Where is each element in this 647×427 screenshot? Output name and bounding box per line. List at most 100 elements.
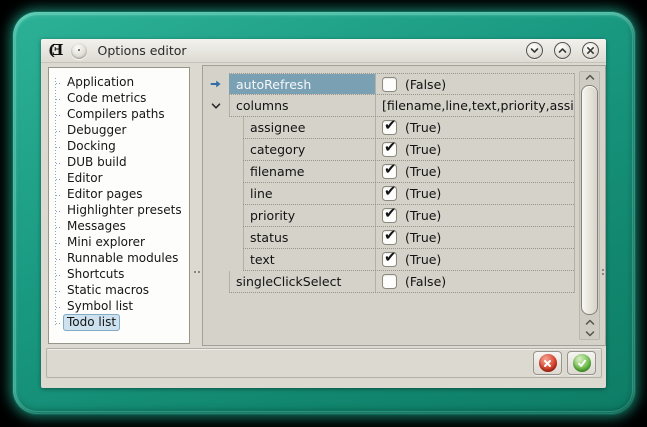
property-row-columns[interactable]: columns [filename,line,text,priority,ass… [203, 95, 574, 117]
property-name[interactable]: columns [229, 95, 375, 116]
property-value[interactable]: ✔ (True) [375, 117, 574, 138]
property-row-filename[interactable]: filename ✔ (True) [203, 161, 574, 183]
options-editor-window: (Ǝ Options editor Application Code metri… [41, 39, 606, 388]
sidebar-item-messages[interactable]: Messages [49, 219, 189, 235]
value-label: (False) [405, 77, 446, 92]
collapse-chevron-icon[interactable] [211, 102, 221, 110]
window-menu-button[interactable] [71, 43, 87, 59]
sidebar-item-todo-list[interactable]: Todo list [49, 315, 189, 331]
property-value[interactable]: ✔ (True) [375, 227, 574, 248]
scroll-up-button[interactable] [580, 72, 599, 83]
property-row-line[interactable]: line ✔ (True) [203, 183, 574, 205]
property-value[interactable]: ✔ (True) [375, 183, 574, 204]
property-row-singleClickSelect[interactable]: singleClickSelect (False) [203, 271, 574, 293]
value-label: (True) [405, 142, 441, 157]
property-name[interactable]: filename [243, 161, 375, 182]
vertical-scrollbar[interactable] [579, 71, 600, 340]
property-value[interactable]: [filename,line,text,priority,assigne [375, 95, 574, 116]
property-name[interactable]: line [243, 183, 375, 204]
value-label: (True) [405, 208, 441, 223]
sidebar-item-compilers-paths[interactable]: Compilers paths [49, 107, 189, 123]
property-name[interactable]: autoRefresh [229, 74, 375, 94]
footer-bar [46, 348, 602, 378]
chevron-up-icon [558, 46, 567, 55]
sidebar-item-label: Messages [63, 218, 130, 235]
titlebar[interactable]: (Ǝ Options editor [41, 39, 606, 63]
shade-button[interactable] [526, 42, 543, 59]
property-row-category[interactable]: category ✔ (True) [203, 139, 574, 161]
sidebar-splitter[interactable] [191, 67, 202, 344]
property-value[interactable]: ✔ (True) [375, 161, 574, 182]
sidebar-item-shortcuts[interactable]: Shortcuts [49, 267, 189, 283]
property-value[interactable]: (False) [375, 74, 574, 94]
property-value[interactable]: ✔ (True) [375, 249, 574, 270]
row-gutter [203, 205, 229, 227]
scrollbar-thumb[interactable] [581, 85, 598, 315]
value-checkbox[interactable] [382, 77, 397, 92]
property-name[interactable]: assignee [243, 117, 375, 138]
property-row-text[interactable]: text ✔ (True) [203, 249, 574, 271]
sidebar-item-code-metrics[interactable]: Code metrics [49, 91, 189, 107]
checkmark-icon: ✔ [384, 205, 397, 222]
property-row-assignee[interactable]: assignee ✔ (True) [203, 117, 574, 139]
property-name[interactable]: text [243, 249, 375, 270]
value-checkbox[interactable]: ✔ [382, 120, 397, 135]
property-name[interactable]: category [243, 139, 375, 160]
sidebar-item-static-macros[interactable]: Static macros [49, 283, 189, 299]
sidebar-item-label: Code metrics [63, 90, 150, 107]
row-gutter [203, 161, 229, 183]
sidebar-item-editor[interactable]: Editor [49, 171, 189, 187]
row-gutter [203, 183, 229, 205]
sidebar-item-label: Symbol list [63, 298, 137, 315]
value-checkbox[interactable] [382, 274, 397, 289]
value-checkbox[interactable]: ✔ [382, 252, 397, 267]
property-value[interactable]: ✔ (True) [375, 205, 574, 226]
maximize-button[interactable] [554, 42, 571, 59]
category-tree[interactable]: Application Code metrics Compilers paths… [48, 67, 190, 344]
property-name[interactable]: priority [243, 205, 375, 226]
value-checkbox[interactable]: ✔ [382, 208, 397, 223]
cancel-button[interactable] [533, 351, 562, 375]
property-row-status[interactable]: status ✔ (True) [203, 227, 574, 249]
sidebar-item-label: Static macros [63, 282, 153, 299]
close-button[interactable] [582, 42, 599, 59]
sidebar-item-editor-pages[interactable]: Editor pages [49, 187, 189, 203]
property-name[interactable]: singleClickSelect [229, 271, 375, 292]
value-checkbox[interactable]: ✔ [382, 164, 397, 179]
sidebar-item-label: Editor pages [63, 186, 147, 203]
value-label: (True) [405, 120, 441, 135]
property-grid[interactable]: autoRefresh (False) columns [filename,li… [202, 65, 606, 346]
property-name[interactable]: status [243, 227, 375, 248]
row-cells: text ✔ (True) [243, 249, 574, 271]
sidebar-item-label: Highlighter presets [63, 202, 186, 219]
sidebar-item-label: Todo list [63, 314, 120, 331]
value-checkbox[interactable]: ✔ [382, 186, 397, 201]
panel-resize-handle[interactable] [602, 269, 604, 271]
property-row-priority[interactable]: priority ✔ (True) [203, 205, 574, 227]
window-content: Application Code metrics Compilers paths… [41, 63, 606, 388]
value-checkbox[interactable]: ✔ [382, 142, 397, 157]
checkmark-icon: ✔ [384, 249, 397, 266]
checkmark-icon: ✔ [384, 161, 397, 178]
sidebar-item-docking[interactable]: Docking [49, 139, 189, 155]
sidebar-item-label: Docking [63, 138, 120, 155]
sidebar-item-mini-explorer[interactable]: Mini explorer [49, 235, 189, 251]
value-label: (True) [405, 252, 441, 267]
value-label: (True) [405, 186, 441, 201]
property-value[interactable]: (False) [375, 271, 574, 292]
value-checkbox[interactable]: ✔ [382, 230, 397, 245]
sidebar-item-dub-build[interactable]: DUB build [49, 155, 189, 171]
chevron-up-icon [585, 74, 595, 81]
scroll-down-button[interactable] [580, 328, 599, 339]
sidebar-item-highlighter-presets[interactable]: Highlighter presets [49, 203, 189, 219]
property-row-autoRefresh[interactable]: autoRefresh (False) [203, 73, 574, 95]
sidebar-item-symbol-list[interactable]: Symbol list [49, 299, 189, 315]
sidebar-item-debugger[interactable]: Debugger [49, 123, 189, 139]
chevron-down-icon [585, 330, 595, 337]
property-value[interactable]: ✔ (True) [375, 139, 574, 160]
scroll-up-button-2[interactable] [580, 317, 599, 328]
ok-button[interactable] [567, 351, 596, 375]
ok-check-icon [573, 354, 591, 372]
sidebar-item-runnable-modules[interactable]: Runnable modules [49, 251, 189, 267]
sidebar-item-application[interactable]: Application [49, 75, 189, 91]
